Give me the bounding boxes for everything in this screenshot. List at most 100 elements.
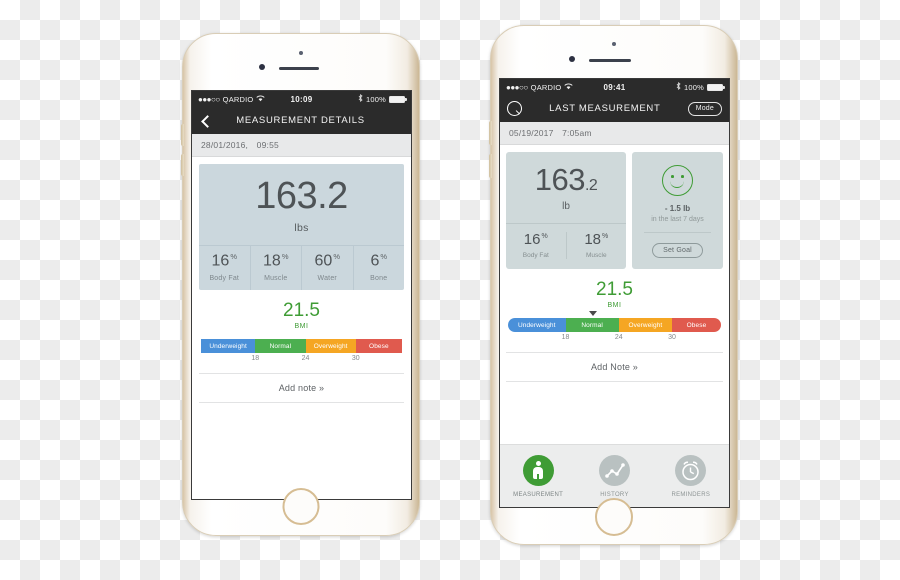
signal-strength-icon: ●●●○○ bbox=[506, 82, 528, 92]
bmi-tick-labels: 18 24 30 bbox=[201, 355, 402, 368]
bmi-tick: 18 bbox=[561, 334, 570, 341]
percent-symbol: % bbox=[380, 252, 388, 261]
metric-body-fat[interactable]: 16% Body Fat bbox=[506, 232, 566, 259]
bmi-segment: Obese bbox=[355, 339, 402, 354]
measurement-time: 7:05am bbox=[562, 128, 592, 138]
qardio-q-logo-icon[interactable] bbox=[507, 101, 522, 116]
weight-unit: lbs bbox=[294, 222, 309, 234]
metric-label: Muscle bbox=[586, 252, 607, 259]
measurement-date: 28/01/2016, bbox=[201, 140, 249, 150]
smiley-mouth bbox=[670, 178, 685, 188]
tab-reminders[interactable]: REMINDERS bbox=[653, 454, 729, 498]
metric-value: 6 bbox=[370, 252, 380, 270]
smiley-face-icon bbox=[662, 165, 694, 196]
back-chevron-icon[interactable] bbox=[199, 114, 212, 127]
signal-strength-icon: ●●●○○ bbox=[198, 94, 220, 104]
bluetooth-icon bbox=[676, 81, 681, 92]
metric-muscle[interactable]: 18% Muscle bbox=[565, 232, 627, 259]
phone-top-hardware-right bbox=[491, 26, 737, 76]
tab-label: MEASUREMENT bbox=[513, 491, 564, 498]
measurement-time: 09:55 bbox=[256, 140, 279, 150]
tab-history[interactable]: HISTORY bbox=[576, 454, 652, 498]
metric-water[interactable]: 60% Water bbox=[301, 246, 353, 291]
bmi-value: 21.5 bbox=[283, 300, 320, 322]
summary-panels: 163.2 lb 16% Body Fat 18% Muscle - 1.5 l… bbox=[506, 152, 723, 269]
percent-symbol: % bbox=[230, 252, 237, 261]
goal-panel: - 1.5 lb in the last 7 days Set Goal bbox=[632, 152, 723, 269]
status-bar-right: ●●●○○ QARDIO 09:41 100% bbox=[500, 79, 729, 95]
phone-top-hardware-left bbox=[183, 34, 419, 84]
weight-panel: 163.2 lb 16% Body Fat 18% Muscle bbox=[506, 152, 627, 269]
body-metrics-row: 16% Body Fat 18% Muscle bbox=[506, 223, 627, 259]
metric-body-fat[interactable]: 16% Body Fat bbox=[199, 246, 250, 290]
measurement-date: 05/19/2017 bbox=[509, 128, 554, 138]
earpiece-speaker bbox=[279, 67, 319, 70]
phone-device-right: ●●●○○ QARDIO 09:41 100% LAST MEASUREMENT… bbox=[489, 25, 738, 545]
weight-whole: 163 bbox=[534, 162, 586, 197]
phone-screen-right: ●●●○○ QARDIO 09:41 100% LAST MEASUREMENT… bbox=[499, 78, 730, 508]
volume-up-button-right[interactable] bbox=[489, 121, 492, 145]
tab-label: REMINDERS bbox=[671, 491, 711, 498]
weight-card: 163.2 lbs 16% Body Fat 18% Muscle 60% Wa… bbox=[199, 164, 405, 291]
volume-down-button-right[interactable] bbox=[489, 154, 492, 178]
metric-bone[interactable]: 6% Bone bbox=[352, 246, 405, 291]
bmi-scale-left: Underweight Normal Overweight Obese 18 24 30 bbox=[199, 339, 404, 368]
app-content-left: 163.2 lbs 16% Body Fat 18% Muscle 60% Wa… bbox=[192, 157, 411, 404]
bluetooth-icon bbox=[358, 93, 363, 104]
bmi-label: BMI bbox=[607, 302, 622, 309]
line-chart-icon bbox=[598, 454, 630, 486]
metric-muscle[interactable]: 18% Muscle bbox=[249, 246, 302, 291]
mode-button[interactable]: Mode bbox=[687, 101, 722, 116]
weight-unit: lb bbox=[562, 201, 570, 212]
set-goal-button[interactable]: Set Goal bbox=[652, 243, 703, 258]
app-content-right: 163.2 lb 16% Body Fat 18% Muscle - 1.5 l… bbox=[500, 145, 729, 382]
add-note-button[interactable]: Add note » bbox=[199, 373, 404, 404]
bmi-label: BMI bbox=[294, 323, 309, 331]
weight-change-period: in the last 7 days bbox=[651, 216, 704, 223]
proximity-sensor-icon bbox=[299, 51, 303, 55]
metric-label: Muscle bbox=[264, 275, 288, 283]
bmi-tick: 24 bbox=[614, 334, 623, 341]
metric-label: Body Fat bbox=[209, 275, 240, 283]
earpiece-speaker bbox=[589, 59, 631, 62]
battery-percent-label: 100% bbox=[366, 94, 386, 104]
bmi-category-bar: Underweight Normal Overweight Obese bbox=[201, 339, 402, 354]
body-metrics-row: 16% Body Fat 18% Muscle 60% Water 6% Bon… bbox=[199, 245, 405, 291]
carrier-name: QARDIO bbox=[530, 82, 562, 92]
status-bar-time: 10:09 bbox=[290, 94, 313, 104]
volume-up-button-left[interactable] bbox=[181, 124, 184, 146]
home-button-left[interactable] bbox=[282, 488, 320, 525]
bmi-tick: 30 bbox=[668, 334, 676, 341]
add-note-button[interactable]: Add Note » bbox=[506, 352, 723, 382]
bmi-segment: Underweight bbox=[508, 318, 566, 332]
front-camera-icon bbox=[569, 56, 575, 62]
nav-bar-left: MEASUREMENT DETAILS bbox=[192, 107, 411, 134]
volume-down-button-left[interactable] bbox=[181, 154, 184, 176]
bmi-tick-labels: 18 24 30 bbox=[508, 334, 721, 347]
bmi-segment: Underweight bbox=[201, 339, 256, 354]
page-title: MEASUREMENT DETAILS bbox=[236, 115, 365, 126]
metric-label: Bone bbox=[370, 275, 388, 283]
measurement-date-bar: 05/19/2017 7:05am bbox=[500, 122, 729, 145]
bmi-segment: Normal bbox=[255, 339, 306, 354]
weight-display: 163.2 lbs bbox=[199, 164, 404, 245]
tab-measurement[interactable]: MEASUREMENT bbox=[500, 454, 576, 498]
measurement-date-bar: 28/01/2016, 09:55 bbox=[192, 134, 411, 157]
weight-change-value: - 1.5 lb bbox=[664, 204, 691, 213]
home-button-right[interactable] bbox=[595, 498, 633, 536]
wifi-icon bbox=[564, 83, 574, 92]
divider bbox=[644, 232, 711, 233]
percent-symbol: % bbox=[281, 252, 289, 261]
status-bar-left: ●●●○○ QARDIO 10:09 100% bbox=[192, 91, 411, 107]
metric-label: Body Fat bbox=[522, 252, 549, 259]
bmi-tick: 30 bbox=[351, 355, 360, 363]
weight-decimal: .2 bbox=[584, 177, 598, 194]
percent-symbol: % bbox=[602, 233, 609, 240]
bmi-position-marker-icon bbox=[588, 311, 597, 316]
bmi-section-right: 21.5 BMI Underweight Normal Overweight Obes… bbox=[506, 269, 723, 347]
metric-value: 60 bbox=[314, 252, 333, 270]
alarm-clock-icon bbox=[675, 454, 707, 486]
metric-value: 18 bbox=[263, 252, 281, 270]
metric-value: 16 bbox=[211, 252, 230, 270]
bmi-segment: Obese bbox=[672, 318, 721, 332]
